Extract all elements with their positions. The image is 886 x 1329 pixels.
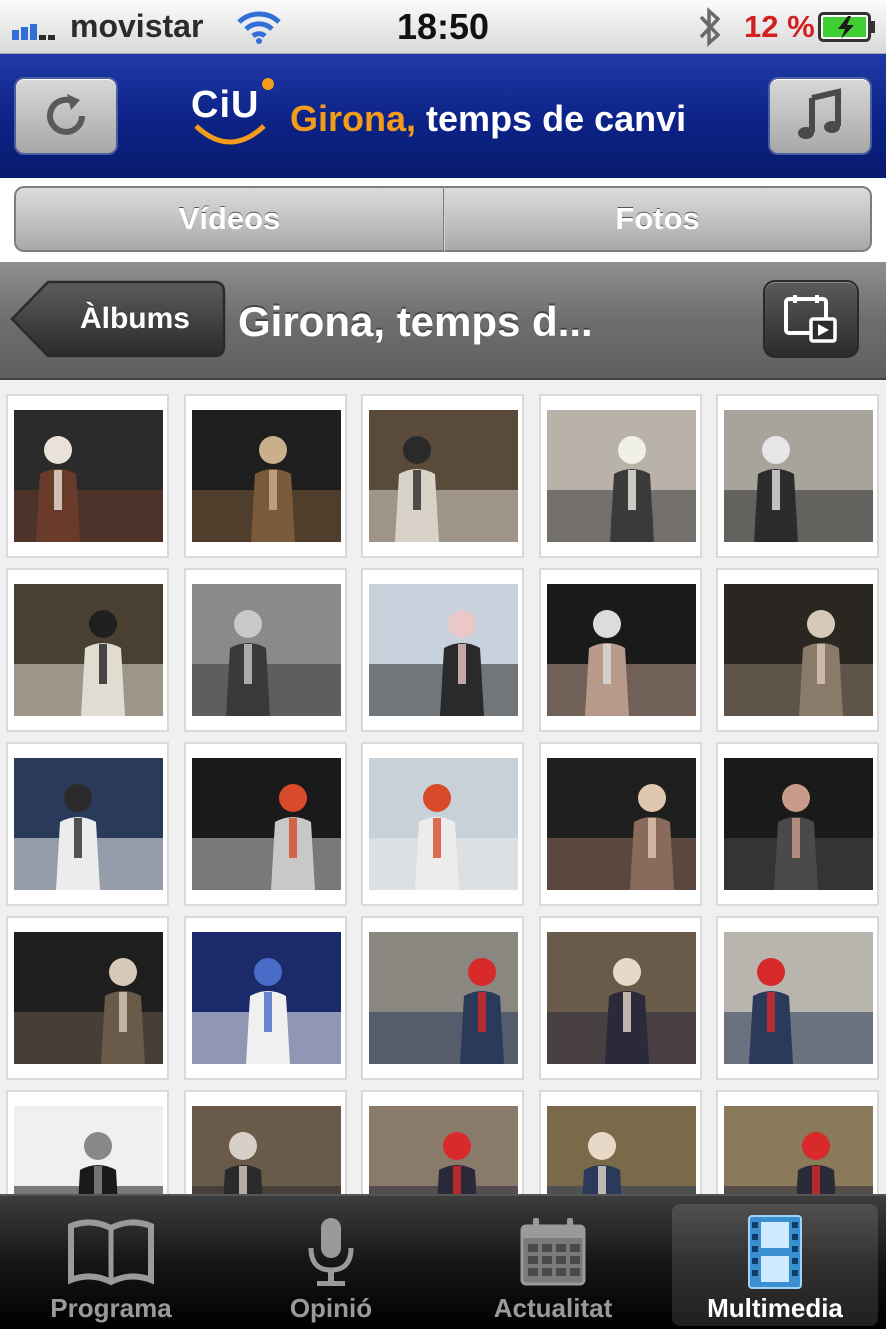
photo-thumbnail[interactable] [716, 394, 879, 558]
photo-image [369, 1106, 518, 1194]
header-title: Girona, temps de canvi [290, 98, 686, 140]
photo-thumbnail[interactable] [184, 1090, 347, 1194]
film-icon [748, 1215, 802, 1289]
battery-percent: 12 % [744, 9, 815, 44]
photo-image [724, 758, 873, 890]
slideshow-icon [784, 295, 837, 343]
photo-image [724, 932, 873, 1064]
photo-image [192, 584, 341, 716]
photo-thumbnail[interactable] [539, 916, 702, 1080]
photo-image [369, 410, 518, 542]
bluetooth-icon [699, 7, 721, 47]
photo-thumbnail[interactable] [716, 916, 879, 1080]
photo-image [14, 1106, 163, 1194]
photo-image [192, 410, 341, 542]
photo-thumbnail[interactable] [361, 916, 524, 1080]
photo-image [14, 932, 163, 1064]
photo-thumbnail[interactable] [184, 916, 347, 1080]
segment-photos[interactable]: Fotos [444, 186, 872, 252]
photo-thumbnail[interactable] [6, 394, 169, 558]
album-nav-bar: Àlbums Girona, temps d... [0, 262, 886, 380]
logo-text: CiU [191, 84, 260, 126]
album-title: Girona, temps d... [238, 298, 593, 345]
photo-image [724, 1106, 873, 1194]
photo-thumbnail[interactable] [539, 742, 702, 906]
segment-videos[interactable]: Vídeos [14, 186, 444, 252]
photo-image [547, 1106, 696, 1194]
tab-actualitat[interactable]: Actualitat [450, 1204, 656, 1326]
photo-thumbnail[interactable] [716, 742, 879, 906]
music-note-icon [798, 88, 841, 139]
refresh-icon [47, 94, 85, 135]
photo-image [369, 932, 518, 1064]
header-title-rest: temps de canvi [426, 98, 687, 139]
header-title-accent: Girona, [290, 98, 417, 139]
photo-thumbnail[interactable] [184, 742, 347, 906]
tab-multimedia[interactable]: Multimedia [672, 1204, 878, 1326]
photo-image [14, 410, 163, 542]
microphone-icon [308, 1218, 354, 1286]
photo-thumbnail[interactable] [361, 394, 524, 558]
photo-thumbnail[interactable] [539, 568, 702, 732]
photo-image [724, 410, 873, 542]
photo-thumbnail[interactable] [539, 1090, 702, 1194]
tab-multimedia-label: Multimedia [707, 1293, 843, 1323]
photo-image [369, 584, 518, 716]
tab-opinio[interactable]: Opinió [228, 1204, 434, 1326]
photo-thumbnail[interactable] [361, 568, 524, 732]
photo-image [192, 1106, 341, 1194]
photo-thumbnail[interactable] [6, 1090, 169, 1194]
slideshow-button[interactable] [763, 280, 859, 358]
photo-thumbnail[interactable] [6, 568, 169, 732]
photo-image [369, 758, 518, 890]
book-icon [68, 1219, 154, 1286]
photo-image [14, 584, 163, 716]
music-button[interactable] [768, 77, 872, 155]
refresh-button[interactable] [14, 77, 118, 155]
photo-thumbnail[interactable] [716, 568, 879, 732]
albums-back-button[interactable]: Àlbums [44, 280, 226, 358]
photo-image [14, 758, 163, 890]
photo-thumbnail[interactable] [184, 394, 347, 558]
photo-image [547, 584, 696, 716]
photo-thumbnail[interactable] [6, 916, 169, 1080]
tab-opinio-label: Opinió [289, 1293, 373, 1323]
photo-thumbnail[interactable] [184, 568, 347, 732]
tab-programa[interactable]: Programa [8, 1204, 214, 1326]
photo-thumbnail[interactable] [361, 1090, 524, 1194]
photo-image [547, 410, 696, 542]
calendar-icon [520, 1218, 586, 1286]
battery-charging-icon [818, 12, 875, 42]
status-bar: movistar 18:50 12 % [0, 0, 886, 54]
photo-image [547, 758, 696, 890]
photo-grid [0, 380, 886, 1194]
photo-thumbnail[interactable] [716, 1090, 879, 1194]
photo-thumbnail[interactable] [361, 742, 524, 906]
photo-image [192, 932, 341, 1064]
photo-image [192, 758, 341, 890]
tab-bar: Programa Opinió Actualitat Multimedia [0, 1194, 886, 1329]
photo-thumbnail[interactable] [539, 394, 702, 558]
app-header: CiU Girona, temps de canvi [0, 54, 886, 178]
media-type-selector: Vídeos Fotos [0, 178, 886, 262]
tab-programa-label: Programa [50, 1293, 172, 1323]
photo-image [547, 932, 696, 1064]
photo-image [724, 584, 873, 716]
tab-actualitat-label: Actualitat [493, 1293, 613, 1323]
photo-thumbnail[interactable] [6, 742, 169, 906]
